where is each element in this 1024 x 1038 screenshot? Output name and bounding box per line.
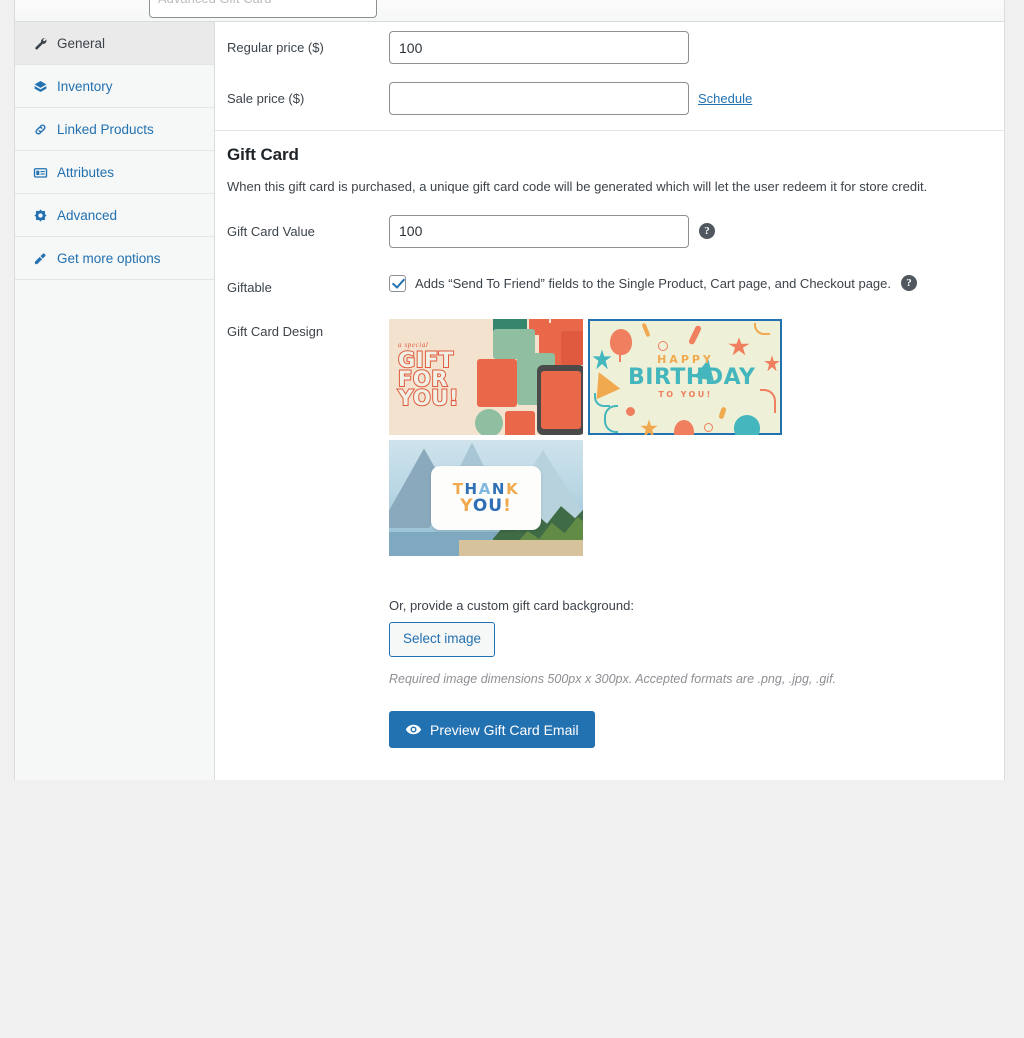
giftable-help-icon[interactable]: ?: [901, 275, 917, 292]
gear-icon: [32, 207, 48, 223]
gift-card-value-row: Gift Card Value ?: [215, 201, 1004, 257]
sidebar-item-label: General: [57, 35, 106, 51]
sidebar-item-linked-products[interactable]: Linked Products: [15, 108, 214, 151]
sidebar-item-advanced[interactable]: Advanced: [15, 194, 214, 237]
giftable-checkbox[interactable]: [389, 274, 406, 292]
gift-card-value-help-icon[interactable]: ?: [699, 223, 715, 240]
sidebar-item-label: Get more options: [57, 250, 161, 266]
plug-icon: [32, 250, 48, 266]
product-data-metabox: Advanced Gift Card General: [0, 0, 1024, 780]
sidebar-item-label: Linked Products: [57, 121, 154, 137]
regular-price-input[interactable]: [389, 31, 689, 64]
card-2-line-2: BIRTHDAY: [628, 365, 756, 391]
sidebar-item-general[interactable]: General: [15, 22, 214, 65]
design-option-gift-for-you[interactable]: a special GIFT FOR YOU!: [389, 319, 583, 436]
gift-card-design-label: Gift Card Design: [227, 324, 324, 340]
page-gutter-left: [0, 0, 14, 780]
regular-price-row: Regular price ($): [215, 22, 1004, 73]
gift-card-value-label: Gift Card Value: [227, 223, 315, 239]
tabs-filler: [15, 280, 214, 1038]
sidebar-item-label: Attributes: [57, 164, 115, 180]
card-2-line-3: TO YOU!: [658, 390, 713, 400]
giftable-label: Giftable: [227, 279, 272, 295]
eye-icon: [405, 721, 422, 738]
gift-card-value-input[interactable]: [389, 214, 689, 248]
giftable-row: Giftable Adds “Send To Friend” fields to…: [215, 257, 1004, 306]
page-gutter-right: [1005, 0, 1024, 780]
sale-price-label: Sale price ($): [227, 91, 305, 106]
card-1-line-3: YOU!: [397, 386, 459, 411]
select-image-button[interactable]: Select image: [389, 622, 496, 658]
general-panel: Regular price ($) Sale price ($) Schedul…: [215, 22, 1004, 780]
wrench-icon: [32, 35, 48, 51]
preview-button-label: Preview Gift Card Email: [430, 721, 579, 738]
box-icon: [32, 78, 48, 94]
custom-background-section: Or, provide a custom gift card backgroun…: [215, 565, 1004, 749]
regular-price-label: Regular price ($): [227, 40, 324, 55]
preview-gift-card-email-button[interactable]: Preview Gift Card Email: [389, 711, 595, 749]
product-type-select[interactable]: Advanced Gift Card: [149, 0, 377, 18]
sale-price-row: Sale price ($) Schedule: [215, 73, 1004, 124]
design-option-thank-you[interactable]: THANK YOU! THANK YOU!: [389, 440, 583, 557]
sale-price-input[interactable]: [389, 82, 689, 115]
metabox-panel: Advanced Gift Card General: [14, 0, 1005, 780]
link-icon: [32, 121, 48, 137]
image-requirements-hint: Required image dimensions 500px x 300px.…: [389, 672, 837, 687]
gift-card-section-title: Gift Card: [227, 145, 299, 164]
gift-card-design-gallery: a special GIFT FOR YOU! HAPPY BIRTHDAY T…: [389, 319, 789, 557]
gift-card-section-description: When this gift card is purchased, a uniq…: [227, 179, 928, 194]
sidebar-item-label: Advanced: [57, 207, 118, 223]
sidebar-item-inventory[interactable]: Inventory: [15, 65, 214, 108]
sidebar-item-attributes[interactable]: Attributes: [15, 151, 214, 194]
gift-card-design-row: Gift Card Design a special GIFT FOR YOU!…: [215, 305, 1004, 565]
giftable-description: Adds “Send To Friend” fields to the Sing…: [415, 275, 891, 291]
product-data-tabs: General Inventory Linked Products Attrib…: [15, 22, 215, 780]
list-icon: [32, 164, 48, 180]
metabox-header-strip: Advanced Gift Card: [15, 0, 1004, 22]
sidebar-item-label: Inventory: [57, 78, 113, 94]
custom-background-label: Or, provide a custom gift card backgroun…: [389, 598, 634, 614]
design-option-happy-birthday[interactable]: HAPPY BIRTHDAY TO YOU!: [588, 319, 782, 436]
schedule-sale-link[interactable]: Schedule: [698, 91, 752, 106]
sidebar-item-get-more-options[interactable]: Get more options: [15, 237, 214, 280]
